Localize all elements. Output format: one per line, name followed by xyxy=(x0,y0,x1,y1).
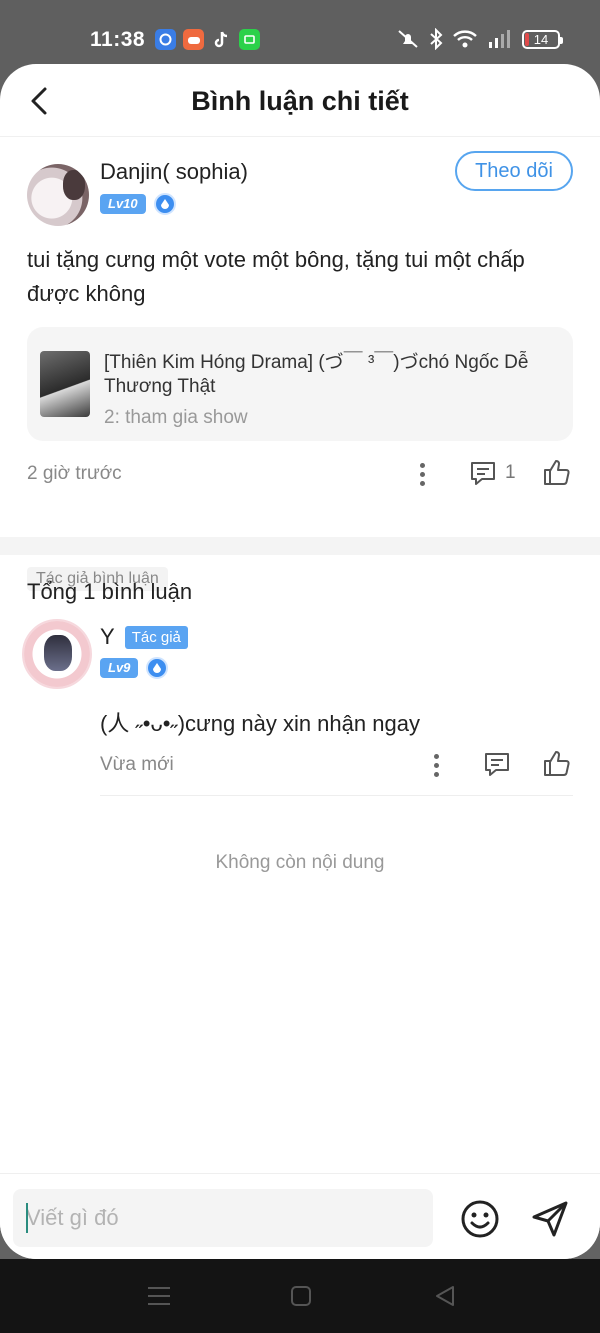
more-dots-icon xyxy=(419,462,425,468)
send-icon xyxy=(532,1201,568,1237)
emoji-icon xyxy=(461,1200,499,1238)
medal-icon xyxy=(153,193,176,215)
reply-count-button[interactable]: 1 xyxy=(469,459,516,487)
avatar[interactable] xyxy=(27,164,89,226)
reply-user: Y Tác giả xyxy=(100,624,188,650)
notification-icons xyxy=(155,29,260,50)
battery-fill xyxy=(525,32,530,46)
level-badge: Lv10 xyxy=(100,194,146,214)
end-of-content-text: Không còn nội dung xyxy=(215,852,385,873)
user-name[interactable]: Danjin( sophia) xyxy=(100,159,248,185)
browser-icon xyxy=(155,29,176,50)
comment-detail-sheet: Bình luận chi tiết Danjin( sophia) Lv10 … xyxy=(0,64,600,1259)
reply-meta: Vừa mới xyxy=(100,748,573,782)
system-nav-bar xyxy=(0,1259,600,1333)
chapter-subtitle: 2: tham gia show xyxy=(104,407,248,428)
comment-input[interactable] xyxy=(13,1189,433,1247)
menu-icon xyxy=(148,1287,170,1305)
menu-nav-button[interactable] xyxy=(146,1283,172,1309)
reply-more-options-button[interactable] xyxy=(424,748,448,782)
quoted-chapter-card[interactable]: [Thiên Kim Hóng Drama] (づ￣ ³￣)づchó Ngốc … xyxy=(27,327,573,441)
chapter-title: [Thiên Kim Hóng Drama] (づ￣ ³￣)づchó Ngốc … xyxy=(104,352,529,397)
text-cursor xyxy=(26,1203,28,1233)
comment-meta: 2 giờ trước 1 xyxy=(27,457,573,491)
thumbs-up-icon xyxy=(544,460,570,485)
comment-time: 2 giờ trước xyxy=(27,463,122,484)
battery-level: 14 xyxy=(533,31,549,47)
bluetooth-icon xyxy=(430,28,443,50)
more-options-button[interactable] xyxy=(410,457,434,491)
status-time: 11:38 xyxy=(90,28,146,51)
battery-indicator: 14 xyxy=(522,29,563,49)
page-title: Bình luận chi tiết xyxy=(191,86,409,116)
comment-icon xyxy=(471,462,495,485)
comment-text: tui tặng cưng một vote một bông, tặng tu… xyxy=(27,247,525,306)
reply-like-button[interactable] xyxy=(542,748,572,783)
emoji-button[interactable] xyxy=(460,1199,500,1239)
more-dots-icon xyxy=(433,753,439,759)
comment-input-bar xyxy=(0,1173,600,1259)
signal-icon xyxy=(489,30,510,48)
page-header: Bình luận chi tiết xyxy=(0,64,600,137)
author-badge: Tác giả xyxy=(124,625,188,649)
back-triangle-icon xyxy=(436,1286,454,1306)
reply-text: (人 ˶•ᴗ•˶)cưng này xin nhận ngay xyxy=(100,711,420,736)
back-nav-button[interactable] xyxy=(432,1283,458,1309)
reply-user-badges: Lv9 xyxy=(100,657,169,679)
send-button[interactable] xyxy=(530,1199,570,1239)
follow-button[interactable]: Theo dõi xyxy=(455,151,573,191)
section-divider xyxy=(0,537,600,555)
thumbs-up-icon xyxy=(544,751,570,776)
reply-avatar[interactable] xyxy=(22,619,92,689)
home-nav-button[interactable] xyxy=(288,1283,314,1309)
tiktok-icon xyxy=(211,29,232,50)
chapter-thumbnail xyxy=(40,351,90,417)
reply-comment-button[interactable] xyxy=(483,750,511,783)
comment-icon xyxy=(485,753,509,776)
medal-icon xyxy=(146,657,169,679)
like-button[interactable] xyxy=(542,457,572,492)
chat-icon xyxy=(239,29,260,50)
reply-user-name[interactable]: Y xyxy=(100,624,115,650)
user-badges: Lv10 xyxy=(100,193,176,215)
wifi-icon xyxy=(453,30,477,48)
level-badge: Lv9 xyxy=(100,658,139,678)
reply-time: Vừa mới xyxy=(100,754,174,775)
game-icon xyxy=(183,29,204,50)
reply-divider xyxy=(100,795,573,796)
mute-icon xyxy=(398,30,418,48)
home-square-icon xyxy=(291,1286,311,1306)
total-comments-label: Tổng 1 bình luận xyxy=(27,579,193,604)
reply-count: 1 xyxy=(505,462,516,483)
system-status: 14 xyxy=(396,28,563,50)
